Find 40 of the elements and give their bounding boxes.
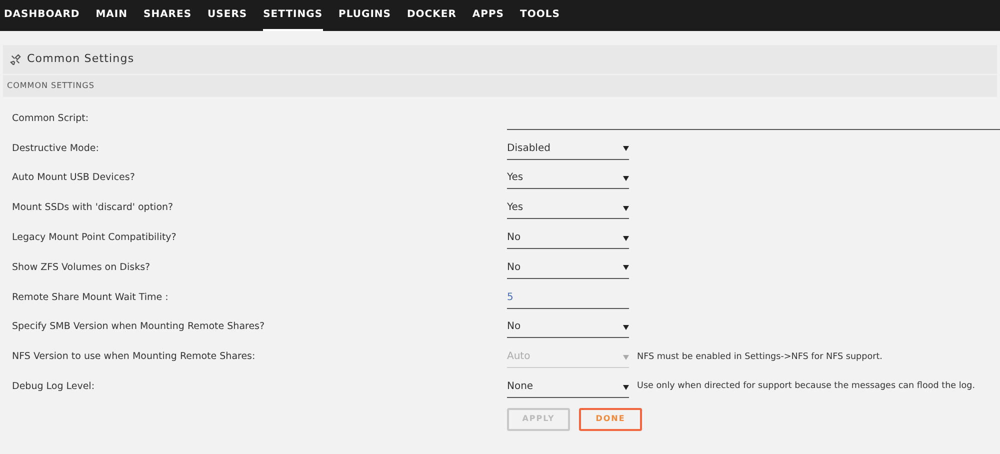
caret-icon xyxy=(623,384,629,390)
caret-icon xyxy=(623,324,629,330)
help-text: NFS must be enabled in Settings->NFS for NFS support. xyxy=(637,350,882,364)
nav-tab[interactable]: USERS xyxy=(208,0,248,31)
dropdown[interactable]: None xyxy=(507,376,629,398)
caret-icon xyxy=(623,174,629,181)
section-header: COMMON SETTINGS xyxy=(3,75,997,97)
dropdown[interactable]: Disabled xyxy=(507,138,629,160)
nav-tab[interactable]: TOOLS xyxy=(520,0,560,31)
help-text: Use only when directed for support because the messages can flood the log. xyxy=(637,380,976,394)
wrench-icon xyxy=(10,54,21,65)
nav-tab[interactable]: DOCKER xyxy=(406,0,456,31)
nav-tab[interactable]: SETTINGS xyxy=(263,0,323,31)
nav-tab[interactable]: MAIN xyxy=(96,0,128,31)
setting-label: Destructive Mode: xyxy=(11,142,100,156)
caret-icon xyxy=(623,145,629,152)
dropdown[interactable]: No xyxy=(507,316,629,338)
setting-label: Auto Mount USB Devices? xyxy=(11,171,136,186)
caret-icon xyxy=(623,264,629,270)
setting-label: Debug Log Level: xyxy=(11,380,96,394)
nav-tab[interactable]: APPS xyxy=(472,0,504,31)
dropdown[interactable]: No xyxy=(507,227,629,250)
setting-label: Mount SSDs with 'discard' option? xyxy=(11,201,174,216)
setting-label: Common Script: xyxy=(11,112,90,126)
panel-title: Common Settings xyxy=(27,51,134,68)
caret-icon xyxy=(623,204,629,211)
dropdown[interactable]: Yes xyxy=(507,197,629,220)
setting-label: Legacy Mount Point Compatibility? xyxy=(11,230,178,245)
caret-icon xyxy=(623,354,629,360)
nav-tab[interactable]: PLUGINS xyxy=(338,0,391,31)
nav-tab[interactable]: SHARES xyxy=(144,0,192,31)
setting-label: Remote Share Mount Wait Time : xyxy=(11,290,170,305)
setting-label: NFS Version to use when Mounting Remote Shares: xyxy=(11,350,256,364)
nav-tab[interactable]: DASHBOARD xyxy=(4,0,80,31)
number-field[interactable]: 5 xyxy=(507,286,629,309)
dropdown[interactable]: Yes xyxy=(507,167,629,190)
setting-label: Show ZFS Volumes on Disks? xyxy=(11,260,152,275)
setting-label: Specify SMB Version when Mounting Remote Shares? xyxy=(11,320,266,334)
caret-icon xyxy=(623,234,629,241)
dropdown[interactable]: No xyxy=(507,256,629,279)
